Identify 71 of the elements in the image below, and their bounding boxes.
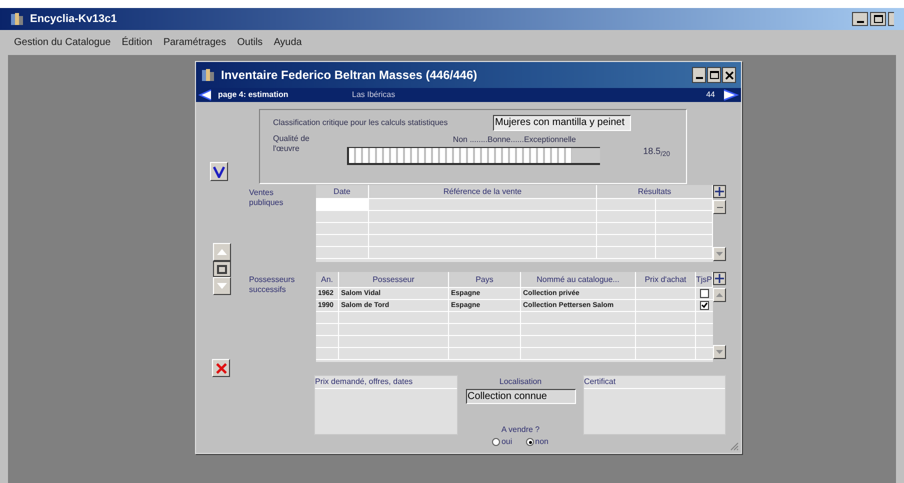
plus-icon	[715, 274, 724, 283]
checkbox[interactable]	[700, 301, 709, 310]
scroll-down-button[interactable]	[713, 247, 726, 261]
quality-slider[interactable]	[347, 147, 600, 165]
menu-item[interactable]: Outils	[237, 35, 263, 50]
classification-field[interactable]: Mujeres con mantilla y peinet	[493, 115, 631, 131]
scroll-up-button[interactable]	[213, 243, 231, 261]
location-label: Localisation	[499, 376, 542, 388]
menu-item[interactable]: Paramétrages	[163, 35, 226, 50]
input-cell[interactable]	[316, 199, 369, 210]
scroll-down-button[interactable]	[213, 277, 231, 295]
add-row-button[interactable]	[713, 272, 726, 285]
validate-button[interactable]	[210, 162, 228, 181]
column-header: Prix d'achat	[636, 272, 696, 288]
price-notes-box[interactable]: Prix demandé, offres, dates	[314, 375, 458, 435]
record-label: Las Ibéricas	[352, 89, 396, 101]
maximize-button[interactable]	[870, 12, 886, 26]
price-notes-label: Prix demandé, offres, dates	[315, 376, 457, 389]
resize-grip-icon[interactable]	[729, 441, 739, 451]
menu-item[interactable]: Ayuda	[274, 35, 302, 50]
close-icon	[216, 362, 226, 374]
plus-icon	[715, 187, 724, 196]
column-header: Nommé au catalogue...	[521, 272, 636, 288]
column-header: Pays	[449, 272, 521, 288]
radio-button[interactable]	[526, 438, 534, 446]
sales-label: Ventes publiques	[249, 187, 284, 209]
column-header: Possesseur	[339, 272, 449, 288]
books-icon	[10, 12, 24, 26]
checkbox[interactable]	[700, 289, 709, 298]
books-icon	[201, 68, 215, 82]
down-arrow-icon	[716, 252, 723, 256]
close-icon	[724, 70, 734, 80]
quality-label: Qualité de l'œuvre	[273, 134, 310, 155]
up-arrow-icon	[217, 249, 227, 255]
scale-label: Non ........Bonne......Exceptionnelle	[452, 134, 576, 146]
column-header: Référence de la vente	[369, 185, 597, 199]
stop-button[interactable]	[213, 261, 231, 277]
remove-row-button[interactable]	[713, 200, 726, 214]
add-row-button[interactable]	[713, 185, 726, 198]
minimize-button[interactable]	[692, 67, 706, 83]
v-icon	[213, 166, 225, 178]
for-sale-label: A vendre ?	[501, 424, 540, 436]
radio-label: non	[535, 436, 549, 448]
down-arrow-icon	[217, 283, 227, 289]
page-label: page 4: estimation	[218, 89, 290, 101]
owners-label: Possesseurs successifs	[249, 274, 296, 296]
delete-button[interactable]	[212, 359, 230, 377]
down-arrow-icon	[716, 350, 723, 354]
menu-item[interactable]: Gestion du Catalogue	[14, 35, 111, 50]
radio-button[interactable]	[492, 438, 500, 446]
record-number: 44	[706, 89, 715, 101]
square-icon	[217, 264, 227, 274]
menu-item[interactable]: Édition	[122, 35, 152, 50]
close-button[interactable]	[888, 12, 894, 26]
up-arrow-icon	[716, 293, 723, 297]
window-title: Inventaire Federico Beltran Masses (446/446)	[221, 67, 478, 84]
previous-page-icon[interactable]	[198, 89, 212, 101]
location-field[interactable]: Collection connue	[466, 389, 576, 404]
scroll-up-button[interactable]	[713, 288, 726, 302]
certificate-box[interactable]: Certificat	[583, 375, 726, 435]
radio-label: oui	[501, 436, 512, 448]
minimize-button[interactable]	[852, 12, 868, 26]
next-page-icon[interactable]	[723, 89, 739, 101]
scroll-down-button[interactable]	[713, 345, 726, 359]
score-text: 18.5$_{/20}$	[643, 145, 670, 160]
app-title: Encyclia-Kv13c1	[30, 12, 117, 27]
column-header: An.	[316, 272, 339, 288]
certificate-label: Certificat	[584, 376, 725, 389]
classification-label: Classification critique pour les calculs statistiques	[273, 117, 449, 129]
close-button[interactable]	[722, 67, 736, 83]
maximize-button[interactable]	[707, 67, 721, 83]
